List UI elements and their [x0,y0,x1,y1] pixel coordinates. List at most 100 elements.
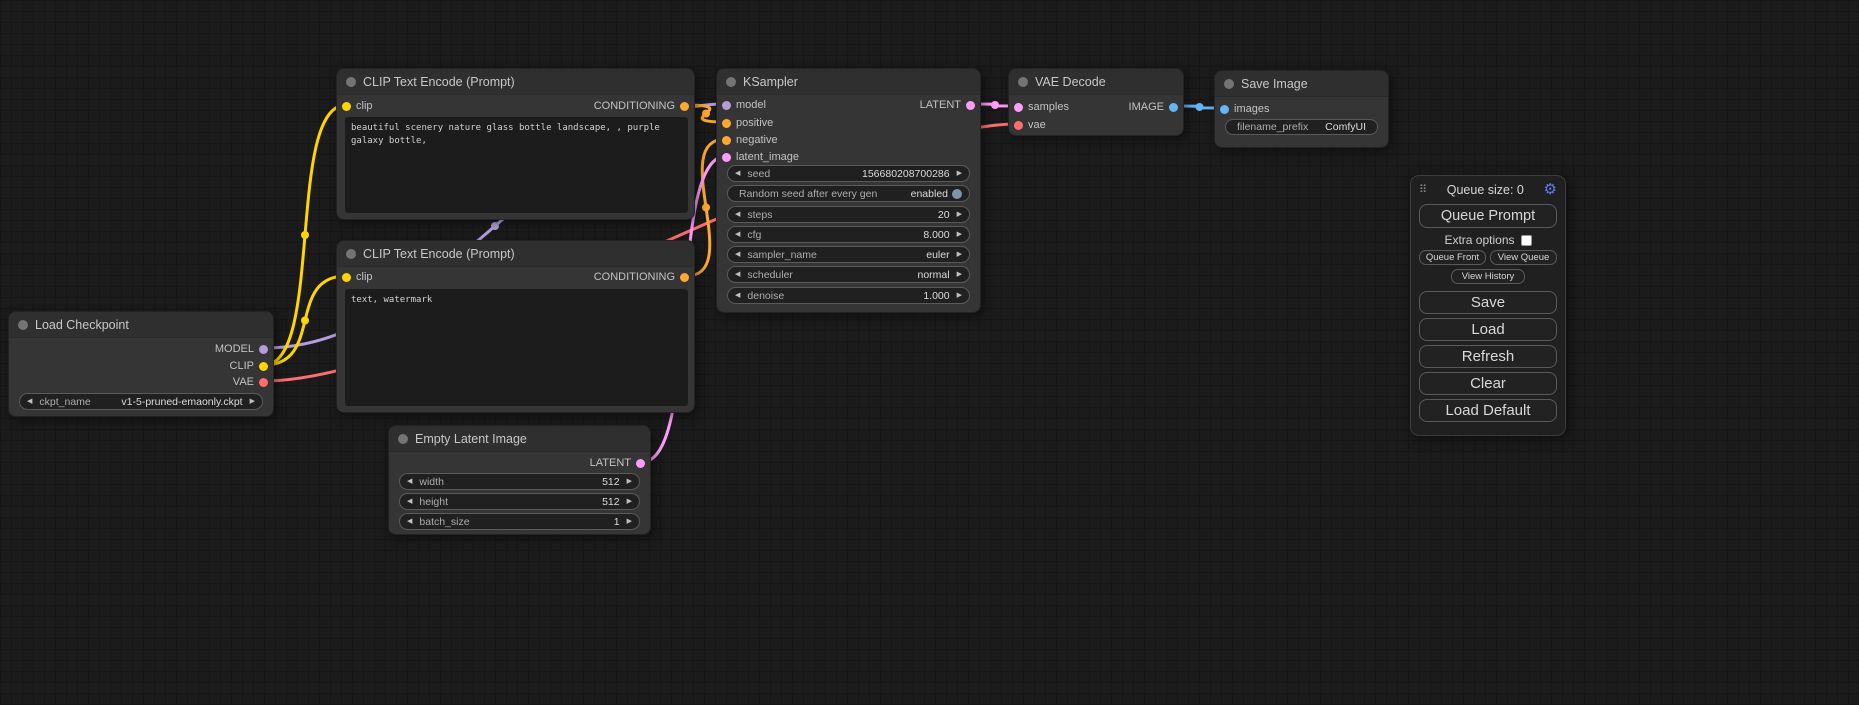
node-collapse-dot-icon[interactable] [346,249,356,259]
input-slot-clip[interactable]: clip [337,270,373,284]
increment-arrow-icon[interactable]: ▶ [957,251,962,258]
node-collapse-dot-icon[interactable] [346,77,356,87]
increment-arrow-icon[interactable]: ▶ [957,170,962,177]
node-load-checkpoint[interactable]: Load Checkpoint MODEL CLIP VAE ◀ ckpt_na… [8,311,274,417]
output-slot-vae[interactable]: VAE [233,375,273,389]
save-button[interactable]: Save [1419,291,1557,314]
increment-arrow-icon[interactable]: ▶ [957,231,962,238]
decrement-arrow-icon[interactable]: ◀ [735,271,740,278]
latent-slot-dot[interactable] [636,459,645,468]
input-slot-positive[interactable]: positive [717,116,773,130]
conditioning-slot-dot[interactable] [722,119,731,128]
input-slot-clip[interactable]: clip [337,99,373,113]
widget-height[interactable]: ◀ height 512 ▶ [399,493,640,510]
output-slot-latent[interactable]: LATENT [920,98,980,112]
node-title-bar[interactable]: CLIP Text Encode (Prompt) [337,241,694,267]
settings-gear-icon[interactable]: ⚙ [1544,182,1557,197]
widget-sampler-name[interactable]: ◀ sampler_name euler ▶ [727,246,970,263]
output-slot-latent[interactable]: LATENT [590,456,650,470]
widget-seed[interactable]: ◀ seed 156680208700286 ▶ [727,165,970,182]
conditioning-slot-dot[interactable] [680,273,689,282]
widget-cfg[interactable]: ◀ cfg 8.000 ▶ [727,226,970,243]
drag-handle-icon[interactable]: ⠿ [1419,183,1427,196]
model-slot-dot[interactable] [722,101,731,110]
input-slot-model[interactable]: model [717,98,766,112]
refresh-button[interactable]: Refresh [1419,345,1557,368]
decrement-arrow-icon[interactable]: ◀ [735,292,740,299]
model-slot-dot[interactable] [259,345,268,354]
widget-scheduler[interactable]: ◀ scheduler normal ▶ [727,266,970,283]
decrement-arrow-icon[interactable]: ◀ [407,478,412,485]
latent-slot-dot[interactable] [966,101,975,110]
decrement-arrow-icon[interactable]: ◀ [407,518,412,525]
output-slot-image[interactable]: IMAGE [1129,100,1183,114]
latent-slot-dot[interactable] [722,153,731,162]
negative-prompt-textarea[interactable]: text, watermark [345,289,688,406]
image-slot-dot[interactable] [1220,105,1229,114]
decrement-arrow-icon[interactable]: ◀ [27,398,32,405]
queue-front-button[interactable]: Queue Front [1419,250,1486,265]
node-collapse-dot-icon[interactable] [726,77,736,87]
node-title-bar[interactable]: Empty Latent Image [389,426,650,452]
vae-slot-dot[interactable] [1014,121,1023,130]
node-title-bar[interactable]: CLIP Text Encode (Prompt) [337,69,694,95]
widget-random-seed-toggle[interactable]: Random seed after every gen enabled [727,185,970,202]
view-history-button[interactable]: View History [1451,269,1525,284]
increment-arrow-icon[interactable]: ▶ [957,271,962,278]
input-slot-vae[interactable]: vae [1009,118,1046,132]
node-collapse-dot-icon[interactable] [1224,79,1234,89]
clip-slot-dot[interactable] [342,102,351,111]
widget-batch-size[interactable]: ◀ batch_size 1 ▶ [399,513,640,530]
decrement-arrow-icon[interactable]: ◀ [735,211,740,218]
widget-ckpt-name[interactable]: ◀ ckpt_name v1-5-pruned-emaonly.ckpt ▶ [19,393,263,410]
clip-slot-dot[interactable] [259,362,268,371]
increment-arrow-icon[interactable]: ▶ [627,478,632,485]
node-empty-latent-image[interactable]: Empty Latent Image LATENT ◀ width 512 ▶ … [388,425,651,535]
clear-button[interactable]: Clear [1419,372,1557,395]
widget-filename-prefix[interactable]: filename_prefix ComfyUI [1225,119,1378,135]
input-slot-images[interactable]: images [1215,102,1269,116]
output-slot-conditioning[interactable]: CONDITIONING [594,270,694,284]
load-button[interactable]: Load [1419,318,1557,341]
image-slot-dot[interactable] [1169,103,1178,112]
node-clip-text-encode-negative[interactable]: CLIP Text Encode (Prompt) clip CONDITION… [336,240,695,413]
conditioning-slot-dot[interactable] [680,102,689,111]
input-slot-latent-image[interactable]: latent_image [717,150,799,164]
widget-steps[interactable]: ◀ steps 20 ▶ [727,206,970,223]
node-collapse-dot-icon[interactable] [1018,77,1028,87]
queue-prompt-button[interactable]: Queue Prompt [1419,204,1557,228]
increment-arrow-icon[interactable]: ▶ [627,498,632,505]
node-collapse-dot-icon[interactable] [18,320,28,330]
node-title-bar[interactable]: KSampler [717,69,980,95]
increment-arrow-icon[interactable]: ▶ [627,518,632,525]
vae-slot-dot[interactable] [259,378,268,387]
decrement-arrow-icon[interactable]: ◀ [407,498,412,505]
load-default-button[interactable]: Load Default [1419,399,1557,422]
widget-width[interactable]: ◀ width 512 ▶ [399,473,640,490]
decrement-arrow-icon[interactable]: ◀ [735,231,740,238]
output-slot-model[interactable]: MODEL [215,342,273,356]
output-slot-clip[interactable]: CLIP [230,359,273,373]
node-title-bar[interactable]: Load Checkpoint [9,312,273,338]
extra-options-checkbox[interactable] [1521,235,1532,246]
positive-prompt-textarea[interactable]: beautiful scenery nature glass bottle la… [345,117,688,213]
input-slot-samples[interactable]: samples [1009,100,1069,114]
increment-arrow-icon[interactable]: ▶ [957,211,962,218]
increment-arrow-icon[interactable]: ▶ [957,292,962,299]
widget-denoise[interactable]: ◀ denoise 1.000 ▶ [727,287,970,304]
output-slot-conditioning[interactable]: CONDITIONING [594,99,694,113]
node-save-image[interactable]: Save Image images filename_prefix ComfyU… [1214,70,1389,148]
node-vae-decode[interactable]: VAE Decode samples IMAGE vae [1008,68,1184,136]
decrement-arrow-icon[interactable]: ◀ [735,251,740,258]
clip-slot-dot[interactable] [342,273,351,282]
input-slot-negative[interactable]: negative [717,133,778,147]
conditioning-slot-dot[interactable] [722,136,731,145]
node-title-bar[interactable]: VAE Decode [1009,69,1183,95]
node-collapse-dot-icon[interactable] [398,434,408,444]
decrement-arrow-icon[interactable]: ◀ [735,170,740,177]
increment-arrow-icon[interactable]: ▶ [250,398,255,405]
node-clip-text-encode-positive[interactable]: CLIP Text Encode (Prompt) clip CONDITION… [336,68,695,220]
view-queue-button[interactable]: View Queue [1490,250,1557,265]
latent-slot-dot[interactable] [1014,103,1023,112]
toggle-dot-icon[interactable] [952,189,962,199]
